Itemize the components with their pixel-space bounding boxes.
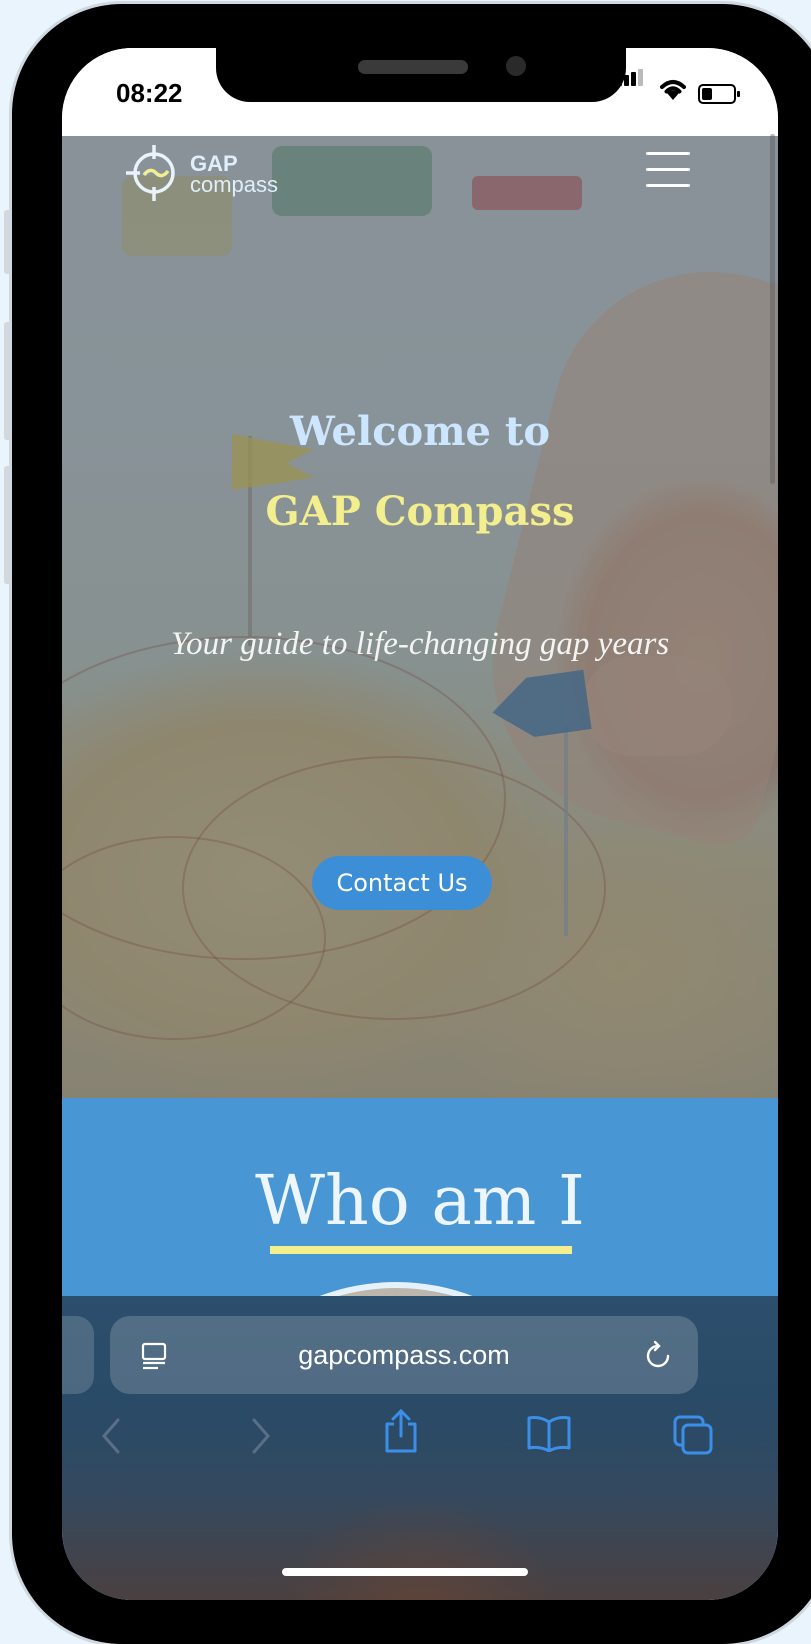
notch	[216, 48, 626, 102]
bookmarks-icon[interactable]	[526, 1414, 572, 1452]
gap-compass-logo[interactable]: GAP compass	[124, 141, 278, 208]
share-icon[interactable]	[382, 1408, 420, 1454]
hamburger-menu-icon[interactable]	[646, 152, 692, 188]
previous-tab-peek[interactable]	[62, 1316, 94, 1394]
about-title: Who am I	[255, 1162, 585, 1241]
url-text: gapcompass.com	[298, 1340, 510, 1370]
title-underline	[270, 1246, 572, 1254]
logo-text-compass: compass	[190, 172, 279, 197]
tabs-icon[interactable]	[672, 1414, 714, 1456]
page-scrollbar[interactable]	[770, 134, 775, 484]
hero-section: GAP compass Welcome to GAP Compass Your …	[62, 136, 778, 1098]
volume-down-button	[4, 466, 12, 584]
silent-switch	[4, 210, 12, 274]
hero-heading-line2: GAP Compass	[265, 488, 575, 535]
address-bar[interactable]: gapcompass.com	[110, 1316, 698, 1394]
back-arrow-icon[interactable]	[100, 1416, 124, 1456]
front-camera	[506, 56, 526, 76]
reload-icon[interactable]	[644, 1340, 674, 1372]
battery-icon	[698, 84, 740, 104]
volume-up-button	[4, 322, 12, 440]
home-indicator[interactable]	[282, 1568, 528, 1576]
speaker-grille	[358, 60, 468, 74]
hero-tagline: Your guide to life-changing gap years	[170, 626, 670, 662]
status-time: 08:22	[116, 78, 183, 108]
status-bar: 08:22	[62, 48, 778, 136]
logo-text-gap: GAP	[190, 151, 238, 176]
wifi-icon	[660, 80, 686, 100]
forward-arrow-icon[interactable]	[248, 1416, 272, 1456]
hero-heading-line1: Welcome to	[289, 408, 551, 455]
phone-screen: GAP compass Welcome to GAP Compass Your …	[62, 48, 778, 1600]
contact-us-button[interactable]: Contact Us	[312, 856, 492, 910]
compass-crosshair-icon	[126, 145, 175, 201]
